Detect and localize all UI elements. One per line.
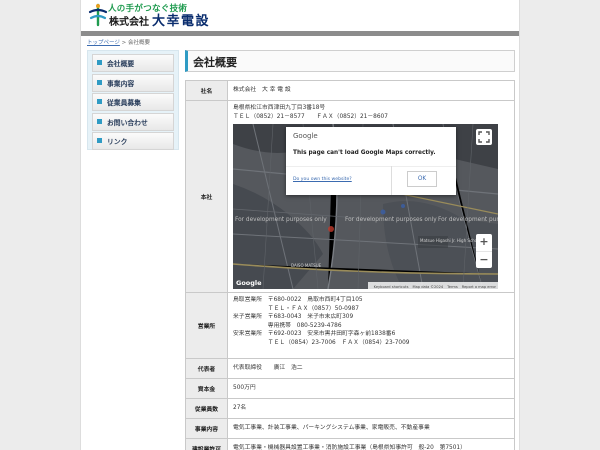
sidebar-item-links[interactable]: リンク (92, 132, 174, 150)
map-place-label: Matsue Higashi Jr. High School (420, 238, 481, 243)
map-watermark: For development purposes only (438, 217, 498, 223)
map-footer: Keyboard shortcuts Map data ©2024 Terms Rep… (367, 282, 498, 289)
map-zoom-control: + − (476, 234, 492, 268)
branch-office-line: 専用携帯 080-5239-4786 (233, 322, 342, 329)
branch-office-line: 鳥取営業所 〒680-0022 鳥取市西町4丁目105 (233, 297, 363, 303)
sidebar-item-recruit[interactable]: 従業員募集 (92, 93, 174, 111)
table-row: 本社 島根県松江市西津田九丁目3番18号 ＴＥＬ（0852）21－8577 ＦＡ… (185, 100, 515, 293)
sidebar-item-label: 会社概要 (107, 60, 135, 68)
sidebar-item-label: リンク (107, 138, 128, 146)
branch-office-line: ＴＥＬ（0854）23-7006 ＦＡＸ（0854）23-7009 (233, 339, 410, 346)
logo-mark-icon[interactable] (87, 3, 109, 27)
table-row: 建設業許可 電気工事業・機械器具設置工事業・消防施設工事業（島根県知事許可 般-… (185, 438, 515, 450)
table-row: 社名 株式会社 大 幸 電 設 (185, 80, 515, 101)
representative-value: 代表取締役 廣江 浩二 (227, 358, 515, 379)
company-info-table: 社名 株式会社 大 幸 電 設 本社 島根県松江市西津田九丁目3番18号 ＴＥＬ… (185, 80, 515, 450)
head-office-phone: ＴＥＬ（0852）21－8577 ＦＡＸ（0852）21－8607 (233, 113, 388, 120)
row-label-capital: 資本金 (185, 378, 228, 399)
branch-office-line: ＴＥＬ・ＦＡＸ（0857）50-0987 (233, 305, 359, 312)
row-label-branch-offices: 営業所 (185, 292, 228, 359)
branch-office-line: 米子営業所 〒683-0043 米子市末広町309 (233, 314, 354, 320)
map-watermark: For development purposes only (235, 217, 327, 223)
google-map-logo[interactable]: Google (236, 279, 262, 288)
map-place-label: DAISO MATSUE (291, 263, 322, 268)
company-prefix: 株式会社 (109, 17, 149, 28)
page-frame: 人の手がつなぐ技術 株式会社 大幸電設 トップページ > 会社概要 会社概要 事… (80, 0, 520, 450)
capital-value: 500万円 (227, 378, 515, 399)
head-office-cell: 島根県松江市西津田九丁目3番18号 ＴＥＬ（0852）21－8577 ＦＡＸ（0… (227, 100, 515, 293)
map-zoom-in-button[interactable]: + (476, 234, 492, 251)
map-zoom-out-button[interactable]: − (476, 251, 492, 268)
table-row: 従業員数 27名 (185, 398, 515, 419)
map-watermark: For development purposes only (345, 217, 437, 223)
map-terms-link[interactable]: Terms (447, 285, 458, 289)
dialog-google-brand: Google (293, 132, 318, 140)
breadcrumb-separator: > (119, 40, 128, 46)
fullscreen-icon (478, 131, 490, 143)
square-bullet-icon (97, 138, 102, 143)
sidebar-item-business[interactable]: 事業内容 (92, 73, 174, 92)
dialog-divider (286, 166, 456, 167)
breadcrumb-current: 会社概要 (128, 40, 151, 46)
company-name[interactable]: 大幸電設 (152, 10, 210, 29)
site-header: 人の手がつなぐ技術 株式会社 大幸電設 (81, 0, 519, 30)
row-label-representative: 代表者 (185, 358, 228, 379)
header-divider-bar (81, 31, 519, 36)
dialog-button-separator (391, 166, 392, 195)
map-data-credit: Map data ©2024 (412, 285, 444, 289)
row-label-license: 建設業許可 (185, 438, 228, 450)
row-label-employees: 従業員数 (185, 398, 228, 419)
square-bullet-icon (97, 79, 102, 85)
breadcrumb-home-link[interactable]: トップページ (87, 40, 120, 46)
license-value: 電気工事業・機械器具設置工事業・消防施設工事業（島根県知事許可 般-20 第75… (227, 438, 515, 450)
branch-office-line: 安来営業所 〒692-0023 安来市黒井田町字森ヶ前1838番6 (233, 331, 396, 337)
sidebar-item-label: 事業内容 (107, 79, 135, 88)
employees-value: 27名 (227, 398, 515, 419)
table-row: 事業内容 電気工事業、計装工事業、パーキングシステム事業、家電販売、不動産事業 (185, 418, 515, 439)
square-bullet-icon (97, 99, 102, 104)
business-value: 電気工事業、計装工事業、パーキングシステム事業、家電販売、不動産事業 (227, 418, 515, 439)
breadcrumb: トップページ > 会社概要 (87, 38, 150, 46)
square-bullet-icon (97, 118, 102, 124)
map-keyboard-shortcuts-link[interactable]: Keyboard shortcuts (374, 285, 409, 289)
sidebar-nav: 会社概要 事業内容 従業員募集 お問い合わせ リンク (87, 50, 179, 150)
map-report-error-link[interactable]: Report a map error (462, 285, 496, 289)
map-fullscreen-button[interactable] (476, 129, 492, 145)
company-name-value: 株式会社 大 幸 電 設 (227, 80, 515, 101)
dialog-own-site-link[interactable]: Do you own this website? (293, 176, 352, 185)
row-label-head-office: 本社 (185, 100, 228, 293)
page-title: 会社概要 (193, 56, 237, 69)
dialog-error-message: This page can't load Google Maps correct… (293, 150, 436, 156)
square-bullet-icon (97, 60, 102, 65)
page-title-box: 会社概要 (185, 50, 515, 72)
table-row: 代表者 代表取締役 廣江 浩二 (185, 358, 515, 379)
sidebar-item-label: 従業員募集 (107, 99, 141, 107)
main-content: 会社概要 社名 株式会社 大 幸 電 設 本社 島根県松江市西津田九丁目3番18… (185, 50, 515, 450)
table-row: 営業所 鳥取営業所 〒680-0022 鳥取市西町4丁目105 ＴＥＬ・ＦＡＸ（… (185, 292, 515, 359)
embedded-map[interactable]: For development purposes only For develo… (233, 124, 498, 289)
table-row: 資本金 500万円 (185, 378, 515, 399)
sidebar-item-label: お問い合わせ (107, 118, 148, 127)
head-office-address: 島根県松江市西津田九丁目3番18号 (233, 105, 326, 111)
sidebar-item-company-overview[interactable]: 会社概要 (92, 54, 174, 72)
row-label-business: 事業内容 (185, 418, 228, 439)
branch-offices-cell: 鳥取営業所 〒680-0022 鳥取市西町4丁目105 ＴＥＬ・ＦＡＸ（0857… (227, 292, 515, 359)
dialog-ok-button[interactable]: OK (407, 171, 437, 187)
map-error-dialog: Google This page can't load Google Maps … (286, 127, 456, 195)
row-label-company-name: 社名 (185, 80, 228, 101)
sidebar-item-contact[interactable]: お問い合わせ (92, 112, 174, 131)
